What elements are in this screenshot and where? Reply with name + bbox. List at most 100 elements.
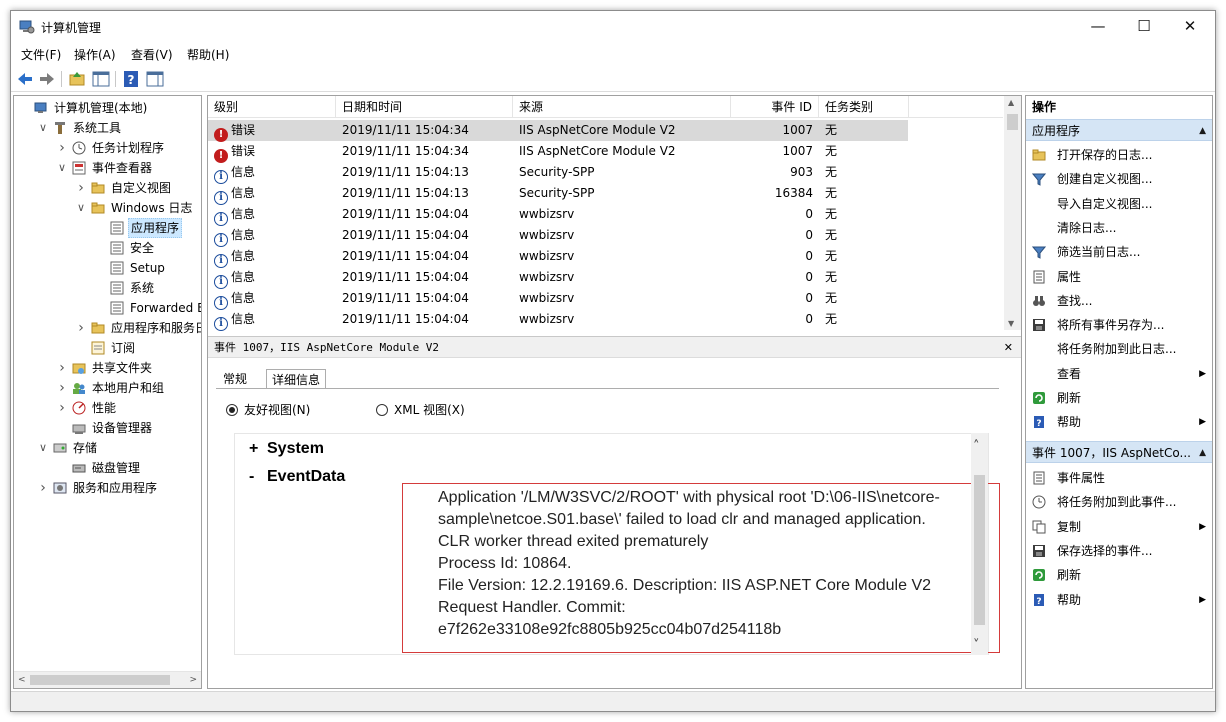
show-hide-tree-icon[interactable] [91, 69, 111, 89]
collapse-chevron-icon[interactable]: ∨ [37, 438, 49, 458]
tree-item[interactable]: Setup [14, 258, 200, 278]
expand-chevron-icon[interactable]: › [75, 318, 87, 338]
event-row[interactable]: i 信息 2019/11/11 15:04:04 wwbizsrv 0 无 [208, 225, 908, 247]
tree-item[interactable]: Forwarded Eve [14, 298, 201, 318]
column-task-category[interactable]: 任务类别 [819, 96, 909, 118]
tree-item[interactable]: › 任务计划程序 [14, 138, 200, 158]
event-datetime: 2019/11/11 15:04:13 [342, 186, 469, 200]
action-item[interactable]: 刷新 [1026, 386, 1212, 410]
event-level: i 信息 [214, 204, 255, 226]
action-item[interactable]: 属性 [1026, 265, 1212, 289]
action-item[interactable]: ? 帮助 ▶ [1026, 410, 1212, 434]
tree-item[interactable]: ∨ 存储 [14, 438, 200, 458]
actions-section-event[interactable]: 事件 1007，IIS AspNetCo... ▲ [1026, 441, 1212, 463]
system-node[interactable]: System [267, 440, 324, 458]
expand-system-toggle[interactable]: + [249, 440, 258, 458]
event-row[interactable]: i 信息 2019/11/11 15:04:13 Security-SPP 903 无 [208, 162, 908, 184]
tree-item[interactable]: ∨ 系统工具 [14, 118, 200, 138]
tree-item[interactable]: 磁盘管理 [14, 458, 200, 478]
action-item[interactable]: 筛选当前日志... [1026, 240, 1212, 264]
info-icon: i [214, 191, 228, 205]
event-row[interactable]: ! 错误 2019/11/11 15:04:34 IIS AspNetCore Mod… [208, 141, 908, 163]
action-item[interactable]: ? 帮助 ▶ [1026, 588, 1212, 612]
help-icon[interactable]: ? [121, 69, 141, 89]
action-item[interactable]: 导入自定义视图... [1026, 192, 1212, 216]
expand-chevron-icon[interactable]: › [56, 138, 68, 158]
tree-item[interactable]: 系统 [14, 278, 200, 298]
column-level[interactable]: 级别 [208, 96, 336, 118]
action-item[interactable]: 打开保存的日志... [1026, 143, 1212, 167]
event-row[interactable]: i 信息 2019/11/11 15:04:04 wwbizsrv 0 无 [208, 309, 908, 331]
radio-xml-view[interactable]: XML 视图(X) [376, 402, 465, 418]
collapse-chevron-icon[interactable]: ∨ [75, 198, 87, 218]
tree-item[interactable]: › 应用程序和服务日志 [14, 318, 201, 338]
event-row[interactable]: i 信息 2019/11/11 15:04:04 wwbizsrv 0 无 [208, 288, 908, 310]
tree-item[interactable]: › 服务和应用程序 [14, 478, 200, 498]
tree-item[interactable]: › 本地用户和组 [14, 378, 200, 398]
action-item[interactable]: 将所有事件另存为... [1026, 313, 1212, 337]
event-category: 无 [825, 165, 838, 179]
event-row[interactable]: i 信息 2019/11/11 15:04:13 Security-SPP 16384 无 [208, 183, 908, 205]
collapse-chevron-icon[interactable]: ∨ [56, 158, 68, 178]
menu-file[interactable]: 文件(F) [21, 46, 61, 63]
action-item[interactable]: 事件属性 [1026, 466, 1212, 490]
collapse-chevron-icon[interactable]: ∨ [37, 118, 49, 138]
show-action-pane-icon[interactable] [145, 69, 165, 89]
column-source[interactable]: 来源 [513, 96, 731, 118]
action-item[interactable]: 刷新 [1026, 563, 1212, 587]
radio-friendly-view[interactable]: 友好视图(N) [226, 402, 310, 418]
tree-horizontal-scrollbar[interactable]: < > [14, 671, 201, 688]
action-item[interactable]: 复制 ▶ [1026, 515, 1212, 539]
maximize-button[interactable]: ☐ [1121, 11, 1167, 41]
details-scrollbar[interactable]: ˄ ˅ [971, 433, 988, 655]
close-button[interactable]: ✕ [1167, 11, 1213, 41]
expand-chevron-icon[interactable]: › [56, 398, 68, 418]
column-datetime[interactable]: 日期和时间 [336, 96, 513, 118]
close-detail-icon[interactable]: ✕ [1004, 337, 1013, 359]
action-item[interactable]: 清除日志... [1026, 216, 1212, 240]
tab-general[interactable]: 常规 [218, 369, 252, 389]
forward-arrow-icon[interactable] [37, 69, 57, 89]
tree-item[interactable]: › 自定义视图 [14, 178, 200, 198]
expand-chevron-icon[interactable]: › [37, 478, 49, 498]
tree-item[interactable]: 安全 [14, 238, 200, 258]
event-list-scrollbar[interactable]: ▲ ▼ [1004, 96, 1021, 330]
collapse-eventdata-toggle[interactable]: - [249, 468, 254, 486]
tree-item[interactable]: ∨ 事件查看器 [14, 158, 200, 178]
event-row[interactable]: i 信息 2019/11/11 15:04:04 wwbizsrv 0 无 [208, 267, 908, 289]
tree-item[interactable]: 应用程序 [14, 218, 200, 238]
action-item[interactable]: 将任务附加到此日志... [1026, 337, 1212, 361]
up-folder-icon[interactable] [67, 69, 87, 89]
minimize-button[interactable]: — [1075, 11, 1121, 41]
expand-chevron-icon[interactable]: › [75, 178, 87, 198]
tree-item[interactable]: › 性能 [14, 398, 200, 418]
expand-chevron-icon[interactable]: › [56, 378, 68, 398]
back-arrow-icon[interactable] [15, 69, 35, 89]
tree-item[interactable]: 计算机管理(本地) [14, 98, 200, 118]
tree-item[interactable]: › 共享文件夹 [14, 358, 200, 378]
action-item[interactable]: 保存选择的事件... [1026, 539, 1212, 563]
action-item[interactable]: 将任务附加到此事件... [1026, 490, 1212, 514]
event-row[interactable]: i 信息 2019/11/11 15:04:04 wwbizsrv 0 无 [208, 204, 908, 226]
menu-help[interactable]: 帮助(H) [187, 46, 229, 63]
event-row[interactable]: i 信息 2019/11/11 15:04:04 wwbizsrv 0 无 [208, 246, 908, 268]
action-item[interactable]: 查看 ▶ [1026, 362, 1212, 386]
action-item[interactable]: 查找... [1026, 289, 1212, 313]
menu-action[interactable]: 操作(A) [74, 46, 116, 63]
event-list-header: 级别 日期和时间 来源 事件 ID 任务类别 [208, 96, 1003, 118]
event-id: 1007 [782, 144, 813, 158]
action-item[interactable]: 创建自定义视图... [1026, 167, 1212, 191]
folder-icon [91, 202, 105, 214]
column-event-id[interactable]: 事件 ID [731, 96, 819, 118]
eventdata-node[interactable]: EventData [267, 468, 345, 486]
tree-item[interactable]: 订阅 [14, 338, 200, 358]
menu-view[interactable]: 查看(V) [131, 46, 173, 63]
title-bar[interactable]: 计算机管理 — ☐ ✕ [11, 11, 1215, 43]
tree-item[interactable]: 设备管理器 [14, 418, 200, 438]
message-line: sample\netcoe.S01.base\' failed to load … [438, 511, 926, 528]
actions-section-application[interactable]: 应用程序 ▲ [1026, 119, 1212, 141]
tree-item[interactable]: ∨ Windows 日志 [14, 198, 200, 218]
expand-chevron-icon[interactable]: › [56, 358, 68, 378]
tab-details[interactable]: 详细信息 [266, 369, 327, 389]
event-row[interactable]: ! 错误 2019/11/11 15:04:34 IIS AspNetCore Mod… [208, 120, 908, 142]
